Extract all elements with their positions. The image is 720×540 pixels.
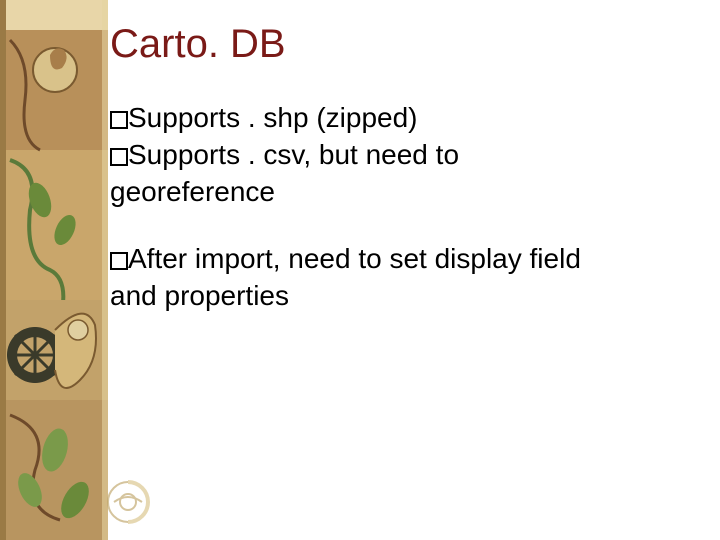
bullet-square-icon (110, 148, 128, 166)
bullet-text: Supports . shp (zipped) (128, 102, 418, 133)
left-decoration (0, 0, 108, 540)
bullet-continuation: and properties (110, 278, 690, 315)
bullet-group-1: Supports . shp (zipped) Supports . csv, … (110, 100, 690, 211)
bullet-item: After import, need to set display field (110, 241, 690, 278)
bullet-text: After import, need to set display field (128, 243, 581, 274)
bullet-group-2: After import, need to set display field … (110, 241, 690, 315)
bullet-text: Supports . csv, but need to (128, 139, 459, 170)
bullet-text: and properties (110, 280, 289, 311)
bullet-item: Supports . shp (zipped) (110, 100, 690, 137)
slide-body: Supports . shp (zipped) Supports . csv, … (110, 100, 690, 345)
corner-decoration (100, 474, 156, 530)
bullet-item: Supports . csv, but need to (110, 137, 690, 174)
bullet-continuation: georeference (110, 174, 690, 211)
bullet-square-icon (110, 252, 128, 270)
slide-title: Carto. DB (110, 22, 286, 66)
bullet-square-icon (110, 111, 128, 129)
slide: Carto. DB Supports . shp (zipped) Suppor… (0, 0, 720, 540)
bullet-text: georeference (110, 176, 275, 207)
